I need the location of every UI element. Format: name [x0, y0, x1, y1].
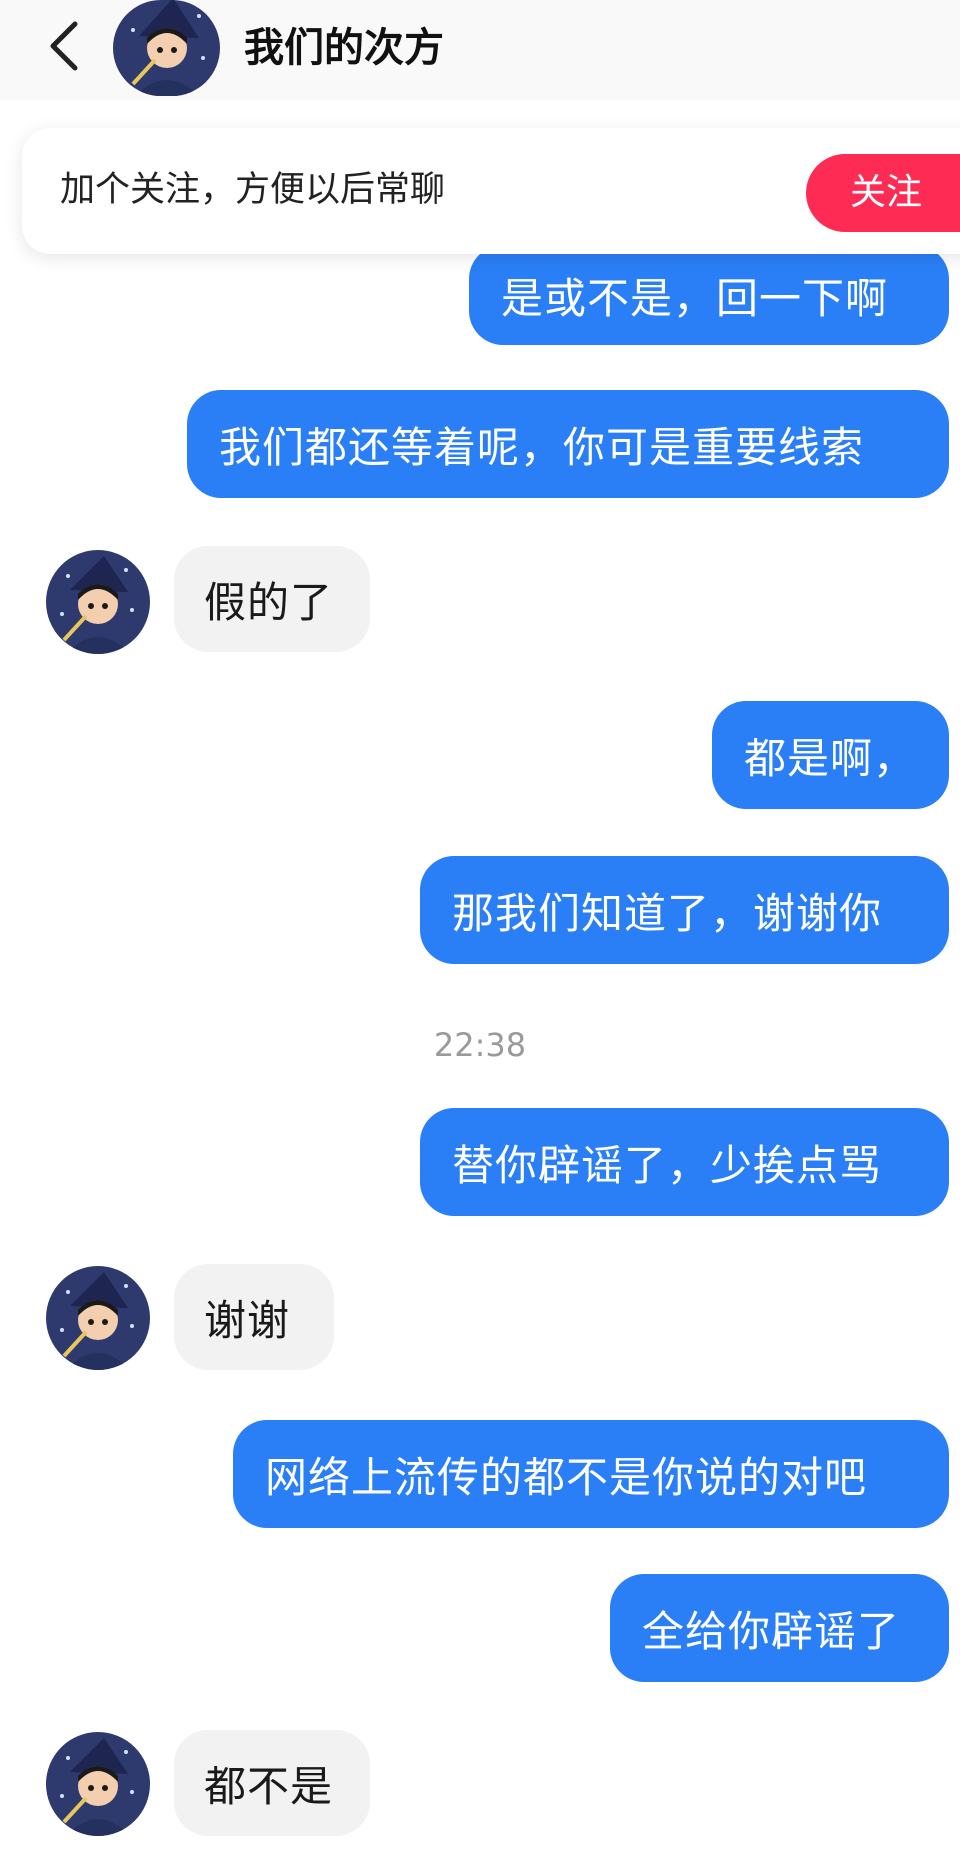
message-text: 都不是	[204, 1761, 334, 1811]
follow-prompt-card: 加个关注，方便以后常聊 关注	[22, 128, 960, 254]
chat-header: 我们的次方	[0, 0, 960, 100]
message-text: 都是啊，	[744, 733, 917, 783]
incoming-message[interactable]: 谢谢	[174, 1264, 334, 1370]
outgoing-message[interactable]: 网络上流传的都不是你说的对吧	[233, 1420, 949, 1528]
outgoing-message[interactable]: 是或不是，回一下啊	[469, 245, 949, 345]
chat-title: 我们的次方	[244, 25, 444, 71]
message-text: 网络上流传的都不是你说的对吧	[265, 1452, 868, 1502]
message-text: 是或不是，回一下啊	[501, 273, 889, 323]
message-text: 那我们知道了，谢谢你	[452, 888, 883, 938]
message-text: 全给你辟谣了	[642, 1606, 901, 1656]
contact-avatar[interactable]	[46, 1732, 150, 1836]
back-button[interactable]	[40, 20, 88, 76]
outgoing-message[interactable]: 那我们知道了，谢谢你	[420, 856, 949, 964]
outgoing-message[interactable]: 替你辟谣了，少挨点骂	[420, 1108, 949, 1216]
outgoing-message[interactable]: 我们都还等着呢，你可是重要线索	[187, 390, 949, 498]
contact-avatar[interactable]	[46, 1266, 150, 1370]
header-avatar[interactable]	[113, 0, 220, 96]
outgoing-message[interactable]: 都是啊，	[712, 701, 949, 809]
contact-avatar[interactable]	[46, 550, 150, 654]
outgoing-message[interactable]: 全给你辟谣了	[610, 1574, 949, 1682]
incoming-message[interactable]: 假的了	[174, 546, 370, 652]
message-text: 谢谢	[204, 1295, 291, 1345]
follow-button-label: 关注	[850, 172, 923, 213]
chat-area: 是或不是，回一下啊 我们都还等着呢，你可是重要线索 假的了 都是啊， 那我们知道…	[0, 0, 960, 1861]
message-text: 我们都还等着呢，你可是重要线索	[219, 422, 865, 472]
message-text: 假的了	[204, 577, 334, 627]
chevron-left-icon	[47, 20, 81, 76]
message-timestamp: 22:38	[433, 1026, 527, 1064]
message-text: 替你辟谣了，少挨点骂	[452, 1140, 883, 1190]
follow-prompt-text: 加个关注，方便以后常聊	[60, 170, 446, 210]
incoming-message[interactable]: 都不是	[174, 1730, 370, 1836]
follow-button[interactable]: 关注	[806, 154, 960, 232]
